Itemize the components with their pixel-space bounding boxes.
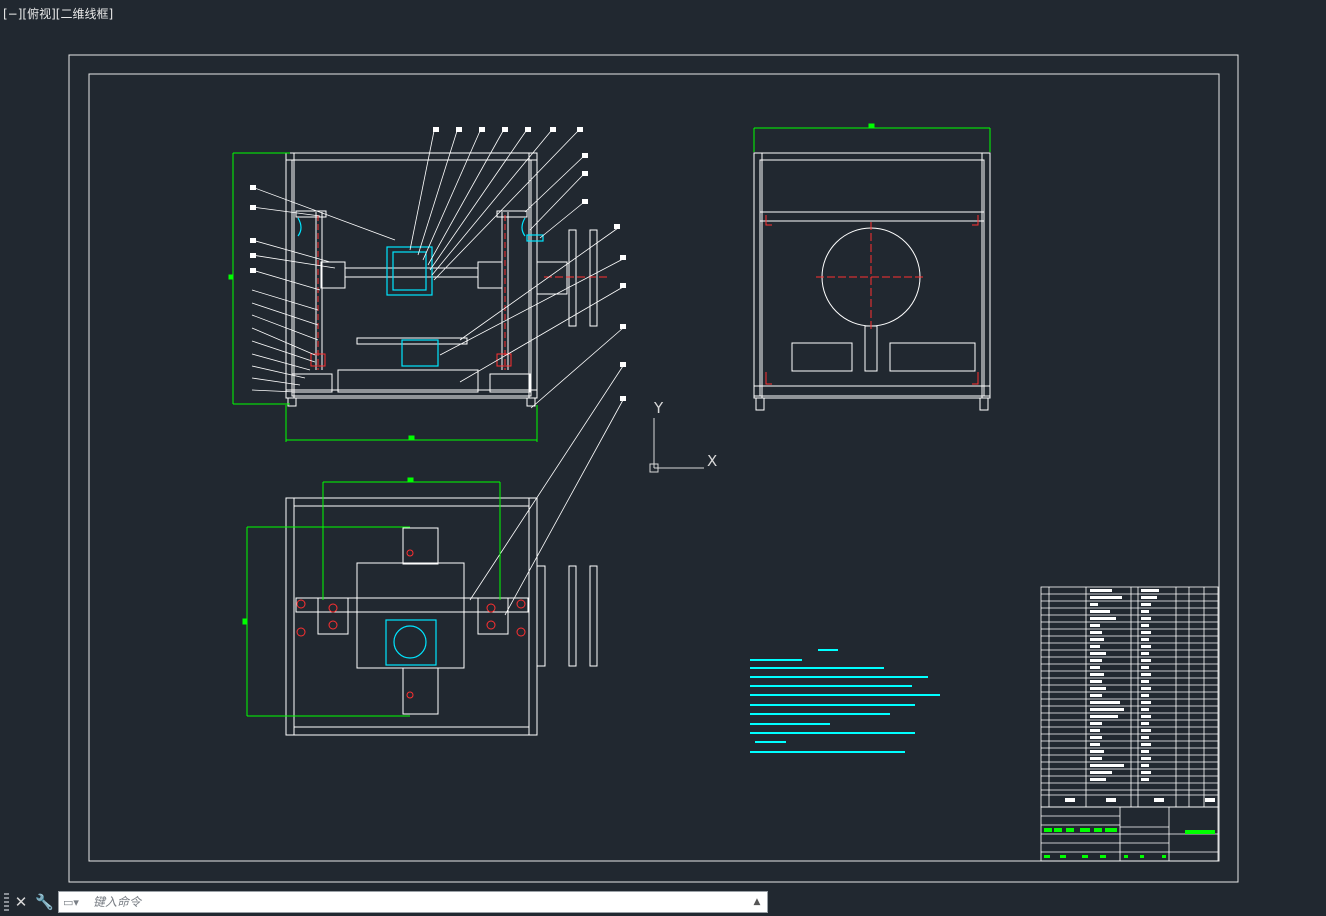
command-prompt-icon[interactable]: ▭▾ xyxy=(63,896,89,910)
side-view-red xyxy=(765,215,979,385)
command-line-grip-handle[interactable] xyxy=(4,893,9,911)
top-view-parts xyxy=(385,619,437,666)
ucs-icon xyxy=(649,418,704,473)
top-view xyxy=(285,497,598,736)
technical-notes-block xyxy=(750,649,940,753)
command-input[interactable] xyxy=(93,893,733,911)
close-icon[interactable]: ✕ xyxy=(13,892,29,912)
wrench-icon[interactable]: 🔧 xyxy=(35,892,54,912)
bom-table xyxy=(1040,586,1219,862)
side-view-dimensions xyxy=(753,123,991,152)
side-view xyxy=(753,152,991,411)
caret-up-icon[interactable]: ▲ xyxy=(751,894,763,910)
bom-table-marks xyxy=(1065,589,1215,802)
top-view-dimensions xyxy=(242,477,501,717)
ucs-x-label: X xyxy=(707,452,717,470)
top-view-red xyxy=(296,549,526,699)
front-view-dimensions xyxy=(228,152,538,442)
sheet-outer-border xyxy=(68,54,1239,883)
front-view xyxy=(285,152,598,407)
ucs-y-label: Y xyxy=(653,399,664,417)
command-line-bar: ✕ 🔧 ▭▾ ▲ xyxy=(0,889,1326,916)
front-view-red xyxy=(310,215,610,370)
drawing-canvas[interactable]: Y X xyxy=(0,0,1326,889)
command-input-box[interactable]: ▭▾ ▲ xyxy=(58,891,768,913)
